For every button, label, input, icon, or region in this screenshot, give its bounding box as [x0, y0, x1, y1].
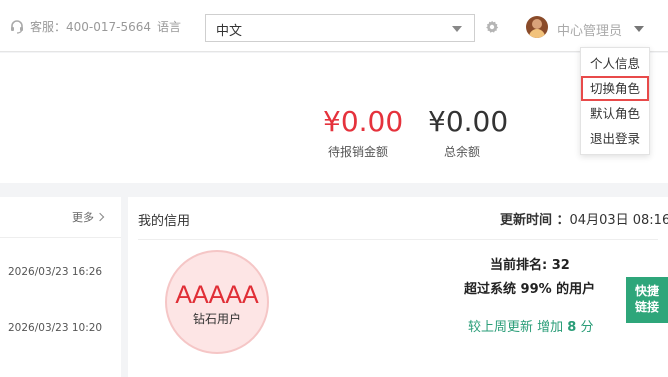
menu-item-switch-role[interactable]: 切换角色: [581, 76, 649, 101]
user-name[interactable]: 中心管理员: [557, 20, 622, 39]
language-select[interactable]: 中文: [205, 14, 475, 42]
rank-label: 当前排名:: [490, 258, 552, 273]
user-avatar[interactable]: [526, 16, 548, 38]
gear-icon[interactable]: [485, 20, 499, 34]
weekly-value: 8: [567, 320, 577, 335]
menu-item-default-role[interactable]: 默认角色: [581, 101, 649, 126]
divider: [0, 237, 121, 238]
weekly-prefix: 较上周更新 增加: [468, 320, 568, 335]
quick-link-line2: 链接: [634, 300, 659, 314]
chevron-right-icon: [95, 212, 105, 222]
user-menu: 个人信息 切换角色 默认角色 退出登录: [580, 47, 650, 155]
total-label: 总余额: [444, 145, 481, 159]
quick-link-line1: 快捷: [634, 284, 659, 298]
more-link[interactable]: 更多: [72, 209, 105, 225]
credit-badge: AAAAA 钻石用户: [165, 250, 269, 354]
hotline-text: 客服：400-017-5664: [30, 20, 152, 34]
rank-value: 32: [551, 258, 570, 273]
menu-item-logout[interactable]: 退出登录: [581, 126, 649, 151]
weekly-suffix: 分: [576, 320, 594, 335]
total-amount: ¥0.00: [428, 105, 509, 138]
credit-update-time: 更新时间 ：04月03日 08:16: [500, 209, 668, 228]
credit-level: 钻石用户: [192, 312, 241, 326]
menu-item-profile[interactable]: 个人信息: [581, 51, 649, 76]
quick-link-button[interactable]: 快捷 链接: [626, 277, 668, 323]
pending-amount: ¥0.00: [323, 105, 404, 138]
exceed-percent: 超过系统 99% 的用户: [464, 278, 595, 297]
hotline: 客服：400-017-5664 语言: [10, 18, 181, 35]
list-item-date: 2026/03/23 16:26: [8, 266, 103, 278]
exceed-value: 99%: [520, 282, 552, 297]
more-label: 更多: [72, 211, 94, 224]
divider: [138, 239, 658, 240]
headset-icon: [11, 19, 23, 34]
update-label: 更新时间 ：: [500, 213, 570, 228]
exceed-suffix: 的用户: [551, 282, 596, 297]
recent-list-card: 更多 2026/03/23 16:26 2026/03/23 10:20: [0, 197, 121, 377]
pending-label: 待报销金额: [328, 145, 389, 159]
exceed-prefix: 超过系统: [464, 282, 521, 297]
list-item-date: 2026/03/23 10:20: [8, 322, 103, 334]
language-value: 中文: [216, 24, 243, 39]
weekly-change: 较上周更新 增加 8 分: [468, 316, 593, 335]
current-rank: 当前排名: 32: [490, 254, 570, 273]
update-time: 04月03日 08:16: [569, 213, 668, 228]
top-bar: 客服：400-017-5664 语言 中文 中心管理员: [0, 0, 668, 52]
language-label: 语言: [157, 20, 182, 34]
caret-down-icon: [452, 26, 462, 32]
credit-title: 我的信用: [138, 214, 191, 229]
caret-down-icon[interactable]: [634, 26, 644, 32]
credit-card: 我的信用 更新时间 ：04月03日 08:16 AAAAA 钻石用户 当前排名:…: [128, 197, 668, 377]
credit-grade: AAAAA: [175, 281, 259, 309]
balance-panel: ¥0.00 ¥0.00 待报销金额 总余额: [0, 53, 668, 183]
